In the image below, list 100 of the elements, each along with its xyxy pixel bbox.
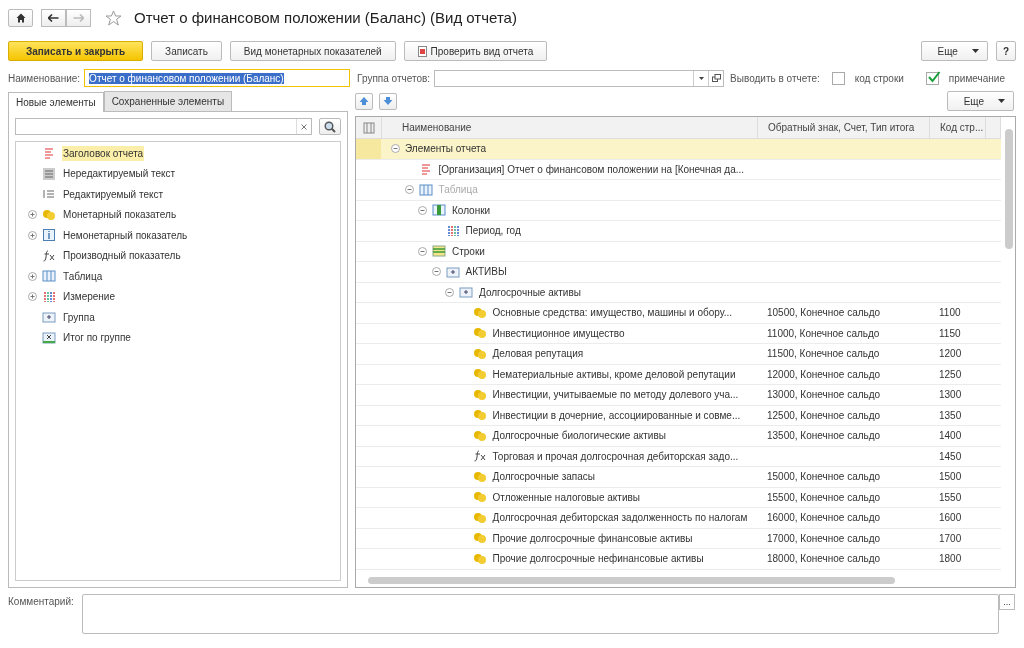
toolbar-button[interactable]: Вид монетарных показателей xyxy=(229,41,396,61)
back-button[interactable] xyxy=(41,8,66,27)
rows-icon xyxy=(432,244,446,259)
element-type-item[interactable]: Нередактируемый текст xyxy=(62,166,177,182)
save-close-button[interactable]: Записать и закрыть xyxy=(8,41,144,61)
table-cell: 1400 xyxy=(939,430,962,442)
move-down-button[interactable] xyxy=(379,92,397,110)
row-name: Прочие долгосрочные нефинансовые активы xyxy=(492,553,704,565)
column-header[interactable]: Обратный знак, Счет, Тип итога xyxy=(758,117,930,138)
coins-icon xyxy=(472,490,487,505)
group-icon xyxy=(42,310,56,325)
row-name: Инвестиции в дочерние, ассоциированные и совме... xyxy=(492,409,741,421)
open-window-icon[interactable] xyxy=(711,74,721,82)
dimension-grid-icon xyxy=(445,223,460,238)
arrow-right-icon xyxy=(73,13,84,22)
coins-icon xyxy=(472,428,487,443)
row-name: Период, год xyxy=(465,225,521,237)
more-button[interactable]: Еще xyxy=(946,91,1014,111)
expand-icon[interactable] xyxy=(28,230,37,240)
tree-row[interactable]: [Организация] Отчет о финансовом положении на [Конечная да... xyxy=(356,159,1001,180)
table-icon xyxy=(42,269,56,284)
toolbar-button[interactable]: Проверить вид отчета xyxy=(403,41,548,61)
element-type-item[interactable]: Немонетарный показатель xyxy=(62,227,189,243)
coins-icon xyxy=(472,305,487,320)
element-type-item[interactable]: Итог по группе xyxy=(62,330,132,346)
checkbox[interactable] xyxy=(925,71,939,85)
group-select-field[interactable] xyxy=(434,69,725,87)
table-icon xyxy=(418,182,433,197)
table-cell: 12500, Конечное сальдо xyxy=(767,409,881,421)
element-type-item[interactable]: Редактируемый текст xyxy=(62,186,165,202)
tree-row[interactable]: Элементы отчета xyxy=(356,139,1001,160)
fx-icon xyxy=(42,248,56,263)
table-cell: 17000, Конечное сальдо xyxy=(767,532,881,544)
row-name: [Организация] Отчет о финансовом положении на [Конечная да... xyxy=(438,163,745,175)
caret-icon xyxy=(971,49,979,53)
home-icon xyxy=(15,12,26,23)
table-cell: 15500, Конечное сальдо xyxy=(767,491,881,503)
search-field[interactable] xyxy=(15,118,312,135)
collapse-icon[interactable] xyxy=(391,144,400,154)
table-cell: 1700 xyxy=(939,532,962,544)
element-type-item[interactable]: Монетарный показатель xyxy=(62,207,178,223)
expand-comment-button[interactable]: ... xyxy=(999,594,1015,610)
element-type-item[interactable]: Заголовок отчета xyxy=(62,145,145,161)
table-cell: 1300 xyxy=(939,389,962,401)
comment-field[interactable] xyxy=(82,594,999,634)
home-button[interactable] xyxy=(8,8,33,27)
table-cell: 1600 xyxy=(939,512,962,524)
horizontal-scrollbar[interactable] xyxy=(368,577,895,584)
coins-icon xyxy=(472,408,487,423)
group-icon xyxy=(445,264,460,279)
table-cell: 1800 xyxy=(939,553,962,565)
checkbox-label: код строки xyxy=(854,72,904,84)
coins-icon xyxy=(472,346,487,361)
dimension-grid-icon xyxy=(42,289,56,304)
row-name: Инвестиции, учитываемые по методу долевого уча... xyxy=(492,389,739,401)
search-button[interactable] xyxy=(319,118,341,135)
element-type-item[interactable]: Таблица xyxy=(62,268,104,284)
move-up-button[interactable] xyxy=(355,92,373,110)
toolbar-button[interactable]: Записать xyxy=(151,41,222,61)
text-lines-icon xyxy=(42,166,56,181)
caret-icon[interactable] xyxy=(698,76,704,80)
table-cell: 16000, Конечное сальдо xyxy=(767,512,881,524)
expand-icon[interactable] xyxy=(28,271,37,281)
coins-icon xyxy=(472,469,487,484)
coins-icon xyxy=(472,326,487,341)
table-cell: 12000, Конечное сальдо xyxy=(767,368,881,380)
checkbox-label: примечание xyxy=(948,72,1005,84)
star-icon[interactable] xyxy=(105,9,122,26)
row-name: АКТИВЫ xyxy=(465,266,507,278)
table-cell: 11000, Конечное сальдо xyxy=(767,327,880,339)
table-cell: 1500 xyxy=(939,471,962,483)
element-type-item[interactable]: Измерение xyxy=(62,289,116,305)
tab[interactable]: Новые элементы xyxy=(8,92,104,112)
row-name: Торговая и прочая долгосрочная дебиторская задо... xyxy=(492,450,739,462)
help-button[interactable]: ? xyxy=(995,41,1016,61)
fx-icon xyxy=(472,449,487,464)
tab[interactable]: Сохраненные элементы xyxy=(103,91,233,111)
column-header[interactable]: Код стр... xyxy=(930,117,986,138)
checkbox[interactable] xyxy=(831,71,845,85)
arrow-up-icon xyxy=(359,96,369,106)
element-type-item[interactable]: Производный показатель xyxy=(62,248,182,264)
expand-icon[interactable] xyxy=(28,292,37,302)
column-settings-icon[interactable] xyxy=(362,121,375,134)
coins-icon xyxy=(472,367,487,382)
column-header[interactable]: Наименование xyxy=(382,117,758,138)
table-cell: 13500, Конечное сальдо xyxy=(767,430,881,442)
field-label: Выводить в отчете: xyxy=(730,72,820,84)
table-cell: 1350 xyxy=(939,409,962,421)
name-input-field[interactable]: Отчет о финансовом положении (Баланс) xyxy=(84,69,351,87)
field-label: Наименование: xyxy=(8,72,81,84)
table-cell: 1450 xyxy=(939,450,962,462)
arrow-down-icon xyxy=(383,96,393,106)
element-type-item[interactable]: Группа xyxy=(62,309,96,325)
clear-icon[interactable] xyxy=(301,123,307,130)
expand-icon[interactable] xyxy=(28,210,37,220)
more-button[interactable]: Еще xyxy=(920,41,988,61)
group-total-icon xyxy=(42,330,56,345)
row-name: Долгосрочная дебиторская задолженность по налогам xyxy=(492,512,748,524)
group-icon xyxy=(459,285,473,300)
caret-icon xyxy=(998,99,1005,103)
